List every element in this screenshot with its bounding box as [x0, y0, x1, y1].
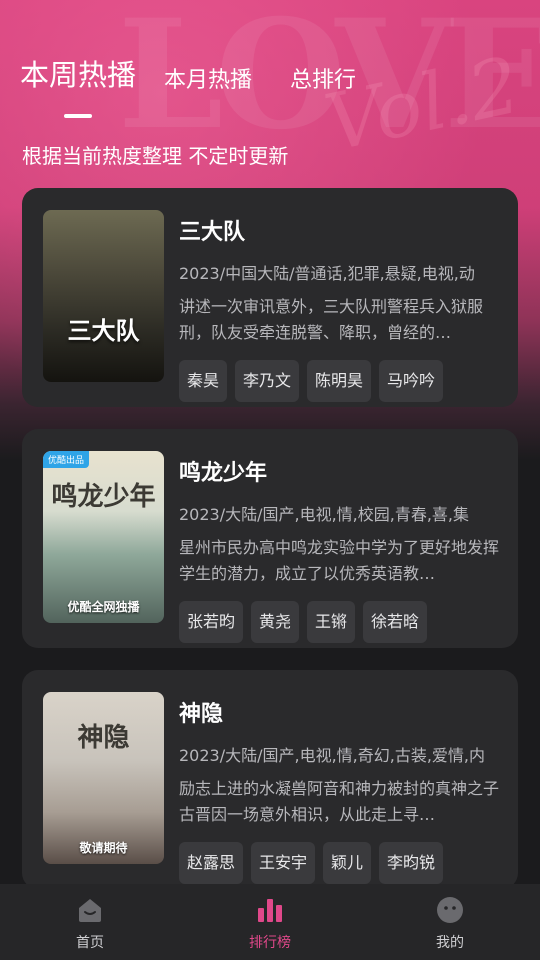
- actor-list: 秦昊 李乃文 陈明昊 马吟吟: [179, 360, 499, 402]
- poster-badge: 敬请期待: [79, 841, 128, 855]
- actor-tag[interactable]: 赵露思: [179, 842, 244, 884]
- show-description: 讲述一次审讯意外，三大队刑警程兵入狱服刑，队友受牵连脱警、降职，曾经的…: [179, 297, 484, 342]
- bottom-navigation: 首页 排行榜 我的: [0, 884, 540, 960]
- show-title: 三大队: [179, 220, 246, 245]
- poster-badge: 优酷全网独播: [67, 600, 140, 614]
- actor-tag[interactable]: 李昀锐: [379, 842, 444, 884]
- show-meta: 2023/大陆/国产,电视,情,校园,青春,喜,集: [179, 505, 470, 524]
- profile-icon: [437, 897, 463, 923]
- actor-tag[interactable]: 王安宇: [251, 842, 316, 884]
- nav-label: 首页: [76, 935, 104, 951]
- nav-item-ranking[interactable]: 排行榜: [180, 884, 360, 960]
- actor-list: 张若昀 黄尧 王锵 徐若晗: [179, 601, 499, 643]
- nav-label: 我的: [436, 935, 464, 951]
- show-description: 星州市民办高中鸣龙实验中学为了更好地发挥学生的潜力，成立了以优秀英语教…: [179, 538, 499, 583]
- ranking-icon: [258, 899, 282, 922]
- actor-tag[interactable]: 李乃文: [235, 360, 300, 402]
- show-poster[interactable]: 神隐 敬请期待: [43, 692, 164, 864]
- nav-label: 排行榜: [249, 935, 291, 951]
- show-info: 鸣龙少年 2023/大陆/国产,电视,情,校园,青春,喜,集 星州市民办高中鸣龙…: [179, 455, 499, 643]
- ranking-list: 三大队 三大队 2023/中国大陆/普通话,犯罪,悬疑,电视,动 讲述一次审讯意…: [22, 188, 518, 911]
- actor-tag[interactable]: 颖儿: [323, 842, 372, 884]
- nav-item-profile[interactable]: 我的: [360, 884, 540, 960]
- show-poster[interactable]: 三大队: [43, 210, 164, 382]
- actor-list: 赵露思 王安宇 颖儿 李昀锐: [179, 842, 499, 884]
- show-card[interactable]: 三大队 三大队 2023/中国大陆/普通话,犯罪,悬疑,电视,动 讲述一次审讯意…: [22, 188, 518, 407]
- show-info: 神隐 2023/大陆/国产,电视,情,奇幻,古装,爱情,内 励志上进的水凝兽阿音…: [179, 696, 499, 884]
- show-info: 三大队 2023/中国大陆/普通话,犯罪,悬疑,电视,动 讲述一次审讯意外，三大…: [179, 214, 499, 402]
- tab-label: 总排行: [290, 68, 357, 93]
- poster-title: 三大队: [67, 316, 140, 345]
- show-card[interactable]: 神隐 敬请期待 神隐 2023/大陆/国产,电视,情,奇幻,古装,爱情,内 励志…: [22, 670, 518, 889]
- show-title: 神隐: [179, 702, 224, 727]
- tab-active-indicator: [64, 114, 92, 118]
- poster-corner-label: 优酷出品: [43, 451, 90, 468]
- tab-monthly[interactable]: 本月热播: [164, 62, 252, 100]
- nav-item-home[interactable]: 首页: [0, 884, 180, 960]
- actor-tag[interactable]: 黄尧: [251, 601, 300, 643]
- page-subtitle: 根据当前热度整理 不定时更新: [22, 144, 289, 168]
- poster-title: 神隐: [77, 723, 130, 753]
- ranking-tabs: 本周热播 本月热播 总排行: [20, 52, 394, 118]
- actor-tag[interactable]: 秦昊: [179, 360, 228, 402]
- tab-label: 本月热播: [164, 68, 253, 93]
- home-icon: [79, 899, 101, 922]
- actor-tag[interactable]: 陈明昊: [307, 360, 372, 402]
- actor-tag[interactable]: 张若昀: [179, 601, 244, 643]
- show-description: 励志上进的水凝兽阿音和神力被封的真神之子古晋因一场意外相识，从此走上寻…: [179, 779, 499, 824]
- actor-tag[interactable]: 王锵: [307, 601, 356, 643]
- show-card[interactable]: 优酷出品 鸣龙少年 优酷全网独播 鸣龙少年 2023/大陆/国产,电视,情,校园…: [22, 429, 518, 648]
- show-title: 鸣龙少年: [179, 461, 268, 486]
- tab-weekly[interactable]: 本周热播: [20, 52, 137, 118]
- actor-tag[interactable]: 徐若晗: [363, 601, 428, 643]
- tab-overall[interactable]: 总排行: [290, 62, 356, 100]
- poster-title: 鸣龙少年: [51, 482, 156, 512]
- show-meta: 2023/中国大陆/普通话,犯罪,悬疑,电视,动: [179, 264, 475, 283]
- show-meta: 2023/大陆/国产,电视,情,奇幻,古装,爱情,内: [179, 746, 486, 765]
- show-poster[interactable]: 优酷出品 鸣龙少年 优酷全网独播: [43, 451, 164, 623]
- tab-label: 本周热播: [20, 58, 137, 92]
- actor-tag[interactable]: 马吟吟: [379, 360, 444, 402]
